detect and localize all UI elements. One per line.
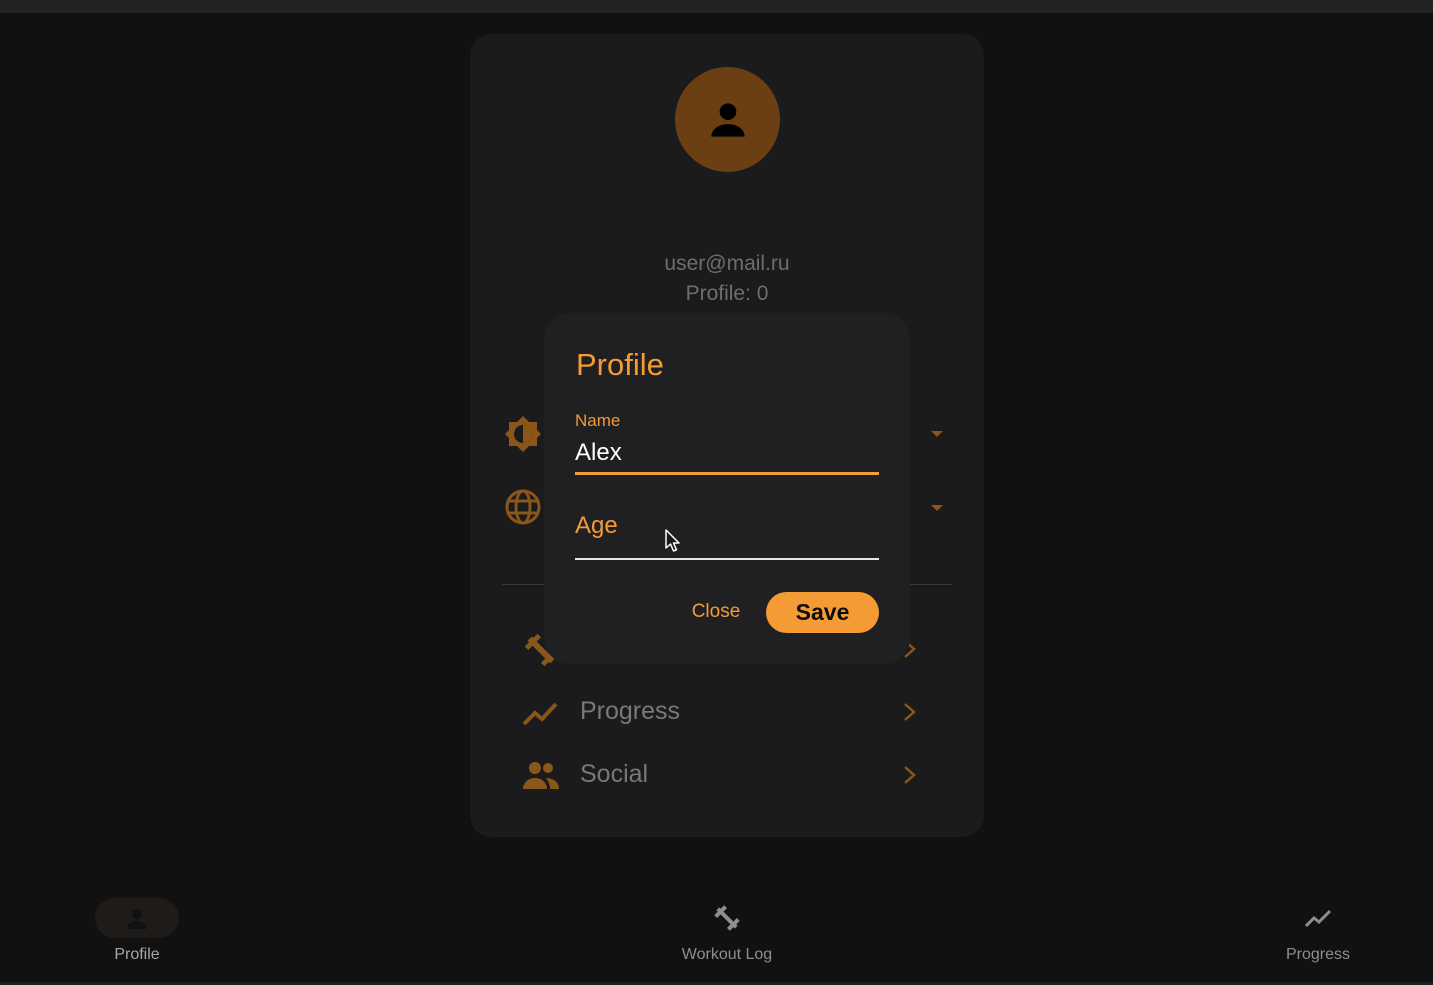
nav-item-profile[interactable]: Profile [47, 895, 227, 975]
age-field[interactable] [575, 509, 879, 543]
avatar[interactable] [675, 67, 780, 172]
nav-label-progress: Progress [1285, 946, 1351, 963]
person-icon [710, 102, 745, 137]
chevron-right-icon [904, 703, 916, 721]
name-field-label: Name [575, 411, 621, 430]
theme-dropdown-arrow-icon[interactable] [931, 431, 943, 437]
trending-up-icon [1304, 909, 1332, 928]
name-field[interactable] [575, 437, 879, 469]
dialog-title: Profile [576, 347, 664, 382]
brightness-icon[interactable] [503, 414, 543, 454]
nav-item-progress[interactable]: Progress [1228, 895, 1408, 975]
close-button[interactable]: Close [680, 595, 752, 629]
menu-label-social: Social [580, 760, 649, 788]
dumbbell-icon [714, 905, 740, 931]
globe-icon[interactable] [503, 487, 543, 527]
nav-label-workout-log: Workout Log [681, 946, 773, 963]
profile-dialog: Profile Name Close Save [544, 313, 910, 664]
people-icon [523, 762, 559, 789]
chevron-right-icon [904, 766, 916, 784]
nav-label-profile: Profile [114, 946, 160, 963]
top-status-bar [0, 0, 1433, 13]
age-field-underline [575, 558, 879, 560]
menu-item-progress[interactable]: Progress [522, 687, 922, 737]
menu-label-progress: Progress [580, 697, 681, 725]
trending-up-icon [522, 702, 558, 726]
menu-item-social[interactable]: Social [522, 750, 922, 800]
nav-item-workout-log[interactable]: Workout Log [637, 895, 817, 975]
save-button[interactable]: Save [766, 592, 879, 633]
name-field-underline [575, 472, 879, 475]
person-icon [127, 909, 147, 929]
mouse-cursor-icon [665, 529, 680, 552]
user-email: user@mail.ru [664, 252, 790, 275]
language-dropdown-arrow-icon[interactable] [931, 505, 943, 511]
profile-count: Profile: 0 [685, 282, 769, 305]
